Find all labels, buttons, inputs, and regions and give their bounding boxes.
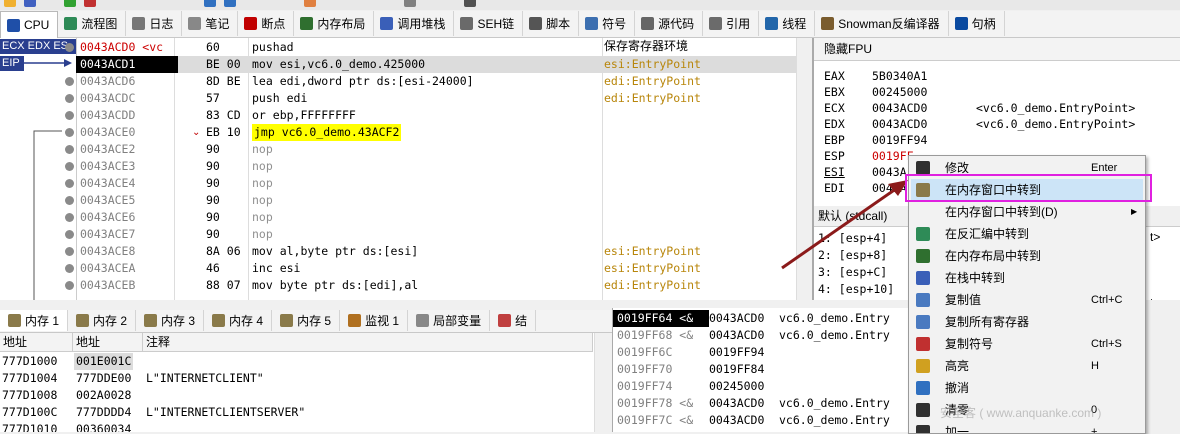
menu-item-goto-stack[interactable]: 在栈中转到: [911, 267, 1143, 289]
menu-item-shortcut: Ctrl+C: [1091, 294, 1123, 306]
menu-item-copy[interactable]: 复制值 Ctrl+C: [911, 289, 1143, 311]
zero-icon: [916, 403, 930, 417]
menu-item-label: 在内存布局中转到: [945, 249, 1042, 263]
menu-item-label: 复制所有寄存器: [945, 315, 1030, 329]
menu-item-label: 高亮: [945, 359, 970, 373]
edit-icon: [916, 161, 930, 175]
menu-item-copy-all[interactable]: 复制所有寄存器: [911, 311, 1143, 333]
menu-item-label: 复制值: [945, 293, 982, 307]
menu-item-increment[interactable]: 加一 +: [911, 421, 1143, 434]
menu-item-label: 复制符号: [945, 337, 994, 351]
copy-icon: [916, 293, 930, 307]
copy-all-icon: [916, 315, 930, 329]
increment-icon: [916, 425, 930, 433]
copy-symbol-icon: [916, 337, 930, 351]
goto-stack-icon: [916, 271, 930, 285]
goto-memmap-icon: [916, 249, 930, 263]
menu-item-label: 撤消: [945, 381, 970, 395]
menu-item-label: 在内存窗口中转到(D): [945, 205, 1058, 219]
menu-item-shortcut: Ctrl+S: [1091, 338, 1122, 350]
highlight-box: [905, 174, 1152, 202]
menu-item-label: 在栈中转到: [945, 271, 1006, 285]
undo-icon: [916, 381, 930, 395]
menu-item-goto-disasm[interactable]: 在反汇编中转到: [911, 223, 1143, 245]
watermark: 安全客 ( www.anquanke.com ): [940, 406, 1102, 420]
menu-item-shortcut: +: [1091, 426, 1098, 434]
menu-item-goto-memmap[interactable]: 在内存布局中转到: [911, 245, 1143, 267]
menu-item-label: 加一: [945, 425, 970, 434]
goto-disasm-icon: [916, 227, 930, 241]
submenu-arrow-icon: ▶: [1131, 207, 1138, 216]
highlight-icon: [916, 359, 930, 373]
menu-item-copy-symbol[interactable]: 复制符号 Ctrl+S: [911, 333, 1143, 355]
menu-item-label: 在反汇编中转到: [945, 227, 1030, 241]
menu-item-shortcut: H: [1091, 360, 1099, 372]
menu-item-undo[interactable]: 撤消: [911, 377, 1143, 399]
menu-item-goto-dump-submenu[interactable]: 在内存窗口中转到(D) ▶: [911, 201, 1143, 223]
menu-item-highlight[interactable]: 高亮 H: [911, 355, 1143, 377]
